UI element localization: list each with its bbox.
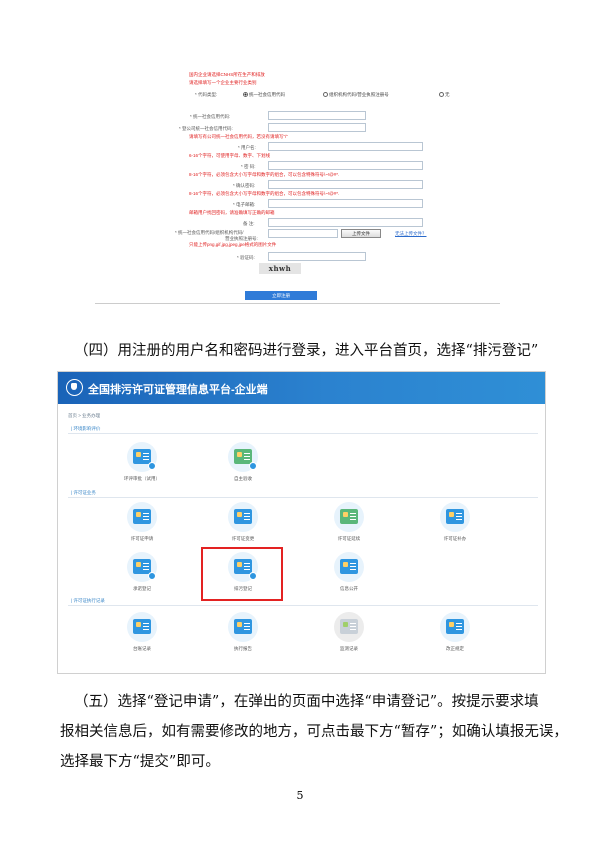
section-title-eia: | 环境影响评价	[71, 426, 101, 431]
module-permit-application[interactable]: 许可证申请	[107, 502, 177, 542]
pollution-registration-highlight-box	[201, 547, 283, 601]
platform-title: 全国排污许可证管理信息平台-企业端	[88, 384, 268, 396]
module-eia-approval[interactable]: 环评审批（试用）	[107, 442, 177, 482]
module-permit-change[interactable]: 许可证变更	[208, 502, 278, 542]
platform-emblem-icon	[66, 379, 83, 396]
username-note: 6-16个字符，可使用字母、数字、下划线	[189, 153, 271, 158]
form-note-top-2: 请选择填写一个企业主要行业类别	[189, 80, 257, 85]
username-input[interactable]	[268, 142, 423, 151]
form-bottom-divider	[95, 303, 500, 304]
module-permit-renewal[interactable]: 许可证延续	[314, 502, 384, 542]
module-label: 许可证申请	[130, 536, 154, 541]
captcha-input[interactable]	[268, 252, 366, 261]
module-label: 台账记录	[133, 646, 151, 651]
upload-file-button[interactable]: 上传文件	[341, 229, 381, 238]
module-label: 许可证延续	[337, 536, 361, 541]
email-note: 邮箱用户找回密码，请准确填写正确的邮箱	[189, 210, 275, 215]
self-acceptance-icon	[228, 442, 258, 472]
password-note: 8-16个字符，必须包含大小写字母和数字的组合，可以包含特殊符号\~!@#*.	[189, 172, 340, 177]
confirm-password-note: 8-16个字符，必须包含大小写字母和数字的组合，可以包含特殊符号\~!@#*.	[189, 191, 340, 196]
file-path-input[interactable]	[268, 229, 338, 238]
paragraph-step-5-line-3: 选择最下方“提交”即可。	[60, 754, 220, 770]
org-type-option-label: 组织机构代码/营业执照注册号	[329, 92, 389, 97]
username-label: * 用户名:	[238, 145, 256, 150]
section-title-permit: | 许可证业务	[71, 490, 96, 495]
confirm-credit-label: * 登公司统一社会信用代码:	[179, 126, 233, 131]
permit-renewal-icon	[334, 502, 364, 532]
module-rectification[interactable]: 改正规定	[420, 612, 490, 652]
credit-code-input[interactable]	[268, 111, 366, 120]
platform-header: 全国排污许可证管理信息平台-企业端	[58, 372, 545, 404]
monitoring-record-icon	[334, 612, 364, 642]
upload-help-link[interactable]: 无法上传文件？	[395, 231, 427, 237]
paragraph-step-4: （四）用注册的用户名和密码进行登录，进入平台首页，选择“排污登记”	[74, 343, 539, 359]
module-info-disclosure[interactable]: 信息公开	[314, 552, 384, 592]
paragraph-step-5-line-1: （五）选择“登记申请”，在弹出的页面中选择“申请登记”。按提示要求填	[74, 694, 539, 710]
module-ledger-record[interactable]: 台账记录	[107, 612, 177, 652]
org-type-option-label: 统一社会信用代码	[249, 92, 285, 97]
captcha-label: * 验证码:	[237, 255, 255, 260]
module-label: 执行报告	[234, 646, 252, 651]
commitment-registration-icon	[127, 552, 157, 582]
email-input[interactable]	[268, 199, 423, 208]
breadcrumb: 首页 > 业务办理	[68, 413, 101, 418]
eia-approval-icon	[127, 442, 157, 472]
org-type-label: * 代码类型:	[195, 92, 218, 97]
module-execution-report[interactable]: 执行报告	[208, 612, 278, 652]
captcha-image[interactable]: xhwh	[259, 263, 301, 274]
module-self-acceptance[interactable]: 自主验收	[208, 442, 278, 482]
module-label: 承诺登记	[133, 586, 151, 591]
file-format-note: 只能上传png,gif,jpg,jpeg,jpe格式的图片文件	[189, 242, 277, 247]
register-submit-button[interactable]: 立即注册	[245, 291, 317, 300]
confirm-credit-input[interactable]	[268, 123, 366, 132]
section-title-execution: | 许可证执行记录	[71, 598, 105, 603]
execution-report-icon	[228, 612, 258, 642]
paragraph-step-5-line-2: 报相关信息后，如有需要修改的地方，可点击最下方“暂存”；如确认填报无误，	[60, 724, 568, 740]
confirm-password-input[interactable]	[268, 180, 423, 189]
module-commitment-registration[interactable]: 承诺登记	[107, 552, 177, 592]
module-label: 自主验收	[234, 476, 252, 481]
org-type-radio-org[interactable]: 组织机构代码/营业执照注册号	[323, 92, 389, 98]
remark-input[interactable]	[268, 218, 423, 227]
credit-code-label: * 统一社会信用代码:	[190, 114, 231, 119]
password-input[interactable]	[268, 161, 423, 170]
module-label: 监测记录	[340, 646, 358, 651]
registration-form-screenshot: 国内企业请选择CNHS所在生产和排放 请选择填写一个企业主要行业类别 * 代码类…	[95, 72, 500, 304]
confirm-credit-note: 请填写有公司统一社会信用代码，若没有请填写“/”	[189, 134, 288, 139]
section-divider	[68, 433, 538, 434]
module-permit-reissue[interactable]: 许可证补办	[420, 502, 490, 542]
rectification-icon	[440, 612, 470, 642]
module-label: 许可证变更	[231, 536, 255, 541]
email-label: * 电子邮箱:	[233, 202, 256, 207]
permit-reissue-icon	[440, 502, 470, 532]
ledger-record-icon	[127, 612, 157, 642]
section-divider	[68, 605, 538, 606]
page-number: 5	[296, 789, 304, 802]
org-type-radio-none[interactable]: 无	[439, 92, 450, 98]
org-type-option-label: 无	[445, 92, 450, 97]
form-note-top-1: 国内企业请选择CNHS所在生产和排放	[189, 72, 265, 77]
module-label: 环评审批（试用）	[124, 476, 160, 481]
password-label: * 密 码:	[241, 164, 256, 169]
platform-screenshot: 全国排污许可证管理信息平台-企业端 首页 > 业务办理 | 环境影响评价 环评审…	[57, 371, 546, 674]
module-label: 改正规定	[446, 646, 464, 651]
info-disclosure-icon	[334, 552, 364, 582]
module-label: 许可证补办	[443, 536, 467, 541]
org-type-radio-credit[interactable]: 统一社会信用代码	[243, 92, 285, 98]
module-label: 信息公开	[340, 586, 358, 591]
permit-application-icon	[127, 502, 157, 532]
remark-label: 备 注:	[243, 221, 255, 226]
permit-change-icon	[228, 502, 258, 532]
confirm-password-label: * 确认密码:	[233, 183, 256, 188]
section-divider	[68, 497, 538, 498]
module-monitoring-record[interactable]: 监测记录	[314, 612, 384, 652]
